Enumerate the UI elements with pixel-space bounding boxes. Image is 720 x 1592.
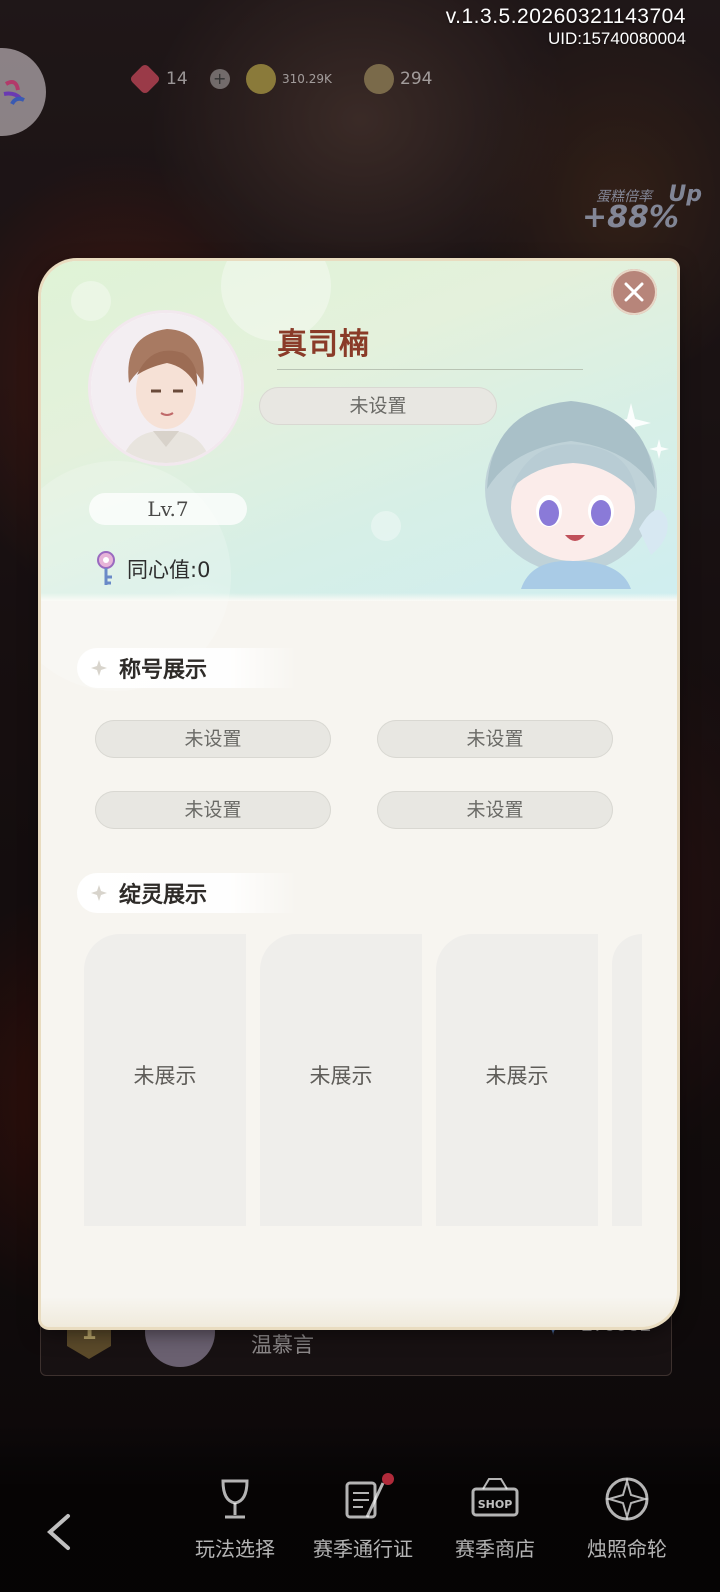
chibi-character-art	[485, 401, 669, 589]
version-text: v.1.3.5.20260321143704	[445, 5, 686, 28]
gem-currency: 14 +	[129, 62, 230, 96]
chalice-icon	[221, 1479, 249, 1519]
titles-heading-text: 称号展示	[119, 658, 208, 683]
version-info: v.1.3.5.20260321143704 UID:15740080004	[446, 6, 686, 47]
nav-label: 赛季商店	[455, 1537, 535, 1561]
close-icon	[624, 282, 644, 302]
spirits-heading-text: 绽灵展示	[119, 883, 208, 908]
close-button[interactable]	[611, 269, 657, 315]
spirit-slot-partial[interactable]	[612, 934, 642, 1226]
coin-count: 294	[400, 69, 433, 89]
spirit-slot-2[interactable]: 未展示	[260, 934, 422, 1226]
title-slot-2[interactable]: 未设置	[377, 720, 613, 758]
bond-value: 同心值:0	[89, 549, 210, 589]
character-portrait	[91, 313, 241, 463]
key-icon	[97, 551, 115, 585]
boost-value: +88%	[582, 200, 679, 235]
gem-icon	[129, 63, 161, 95]
shop-sign-icon: SHOP	[471, 1478, 519, 1517]
rate-boost-banner: 蛋糕倍率 Up +88%	[532, 182, 702, 240]
ranking-name: 温慕言	[251, 1333, 314, 1357]
nav-label: 赛季通行证	[313, 1537, 413, 1561]
bottom-nav: 玩法选择 赛季通行证 SHOP 赛季商店 烛照命轮	[0, 1422, 720, 1592]
back-arrow-icon[interactable]	[40, 1512, 80, 1552]
flower-icon	[3, 80, 25, 105]
bond-text: 同心值:0	[127, 558, 211, 582]
nav-season-shop[interactable]: SHOP 赛季商店	[440, 1471, 550, 1562]
card-footer-glow	[41, 1297, 677, 1327]
compass-wheel-icon	[605, 1477, 649, 1521]
profile-header: 真司楠 未设置 Lv.7 同心值:0	[41, 261, 677, 691]
title-slot-4[interactable]: 未设置	[377, 791, 613, 829]
coin-currency: 294	[364, 62, 432, 96]
gold-coin-icon	[246, 64, 276, 94]
title-slot-3[interactable]: 未设置	[95, 791, 331, 829]
level-badge: Lv.7	[89, 493, 247, 525]
scroll-quill-icon	[345, 1481, 385, 1519]
profile-card: 真司楠 未设置 Lv.7 同心值:0 称号展示 未设置 未设置 未设置 未设置 …	[41, 261, 677, 1327]
titles-section-heading: 称号展示	[77, 648, 297, 688]
gold-count: 310.29K	[282, 72, 332, 86]
player-name: 真司楠	[277, 327, 370, 362]
player-avatar[interactable]	[91, 313, 241, 463]
sparkle-icon	[91, 660, 107, 676]
name-underline	[277, 369, 583, 370]
uid-text: UID:15740080004	[547, 29, 686, 48]
nav-mode-select[interactable]: 玩法选择	[180, 1471, 290, 1562]
spirits-section-heading: 绽灵展示	[77, 873, 297, 913]
gold-currency: 310.29K	[246, 62, 332, 96]
notification-dot	[382, 1473, 394, 1485]
add-gems-button[interactable]: +	[209, 69, 230, 89]
nav-label: 烛照命轮	[587, 1537, 667, 1561]
spirit-slot-1[interactable]: 未展示	[84, 934, 246, 1226]
spirit-slot-3[interactable]: 未展示	[436, 934, 598, 1226]
nav-label: 玩法选择	[195, 1537, 275, 1561]
sparkle-icon	[91, 885, 107, 901]
coin-icon	[364, 64, 394, 94]
gem-count: 14	[166, 69, 188, 89]
svg-text:SHOP: SHOP	[478, 1498, 513, 1511]
nav-season-pass[interactable]: 赛季通行证	[308, 1471, 418, 1562]
nav-fate-wheel[interactable]: 烛照命轮	[572, 1471, 682, 1562]
title-slot-1[interactable]: 未设置	[95, 720, 331, 758]
